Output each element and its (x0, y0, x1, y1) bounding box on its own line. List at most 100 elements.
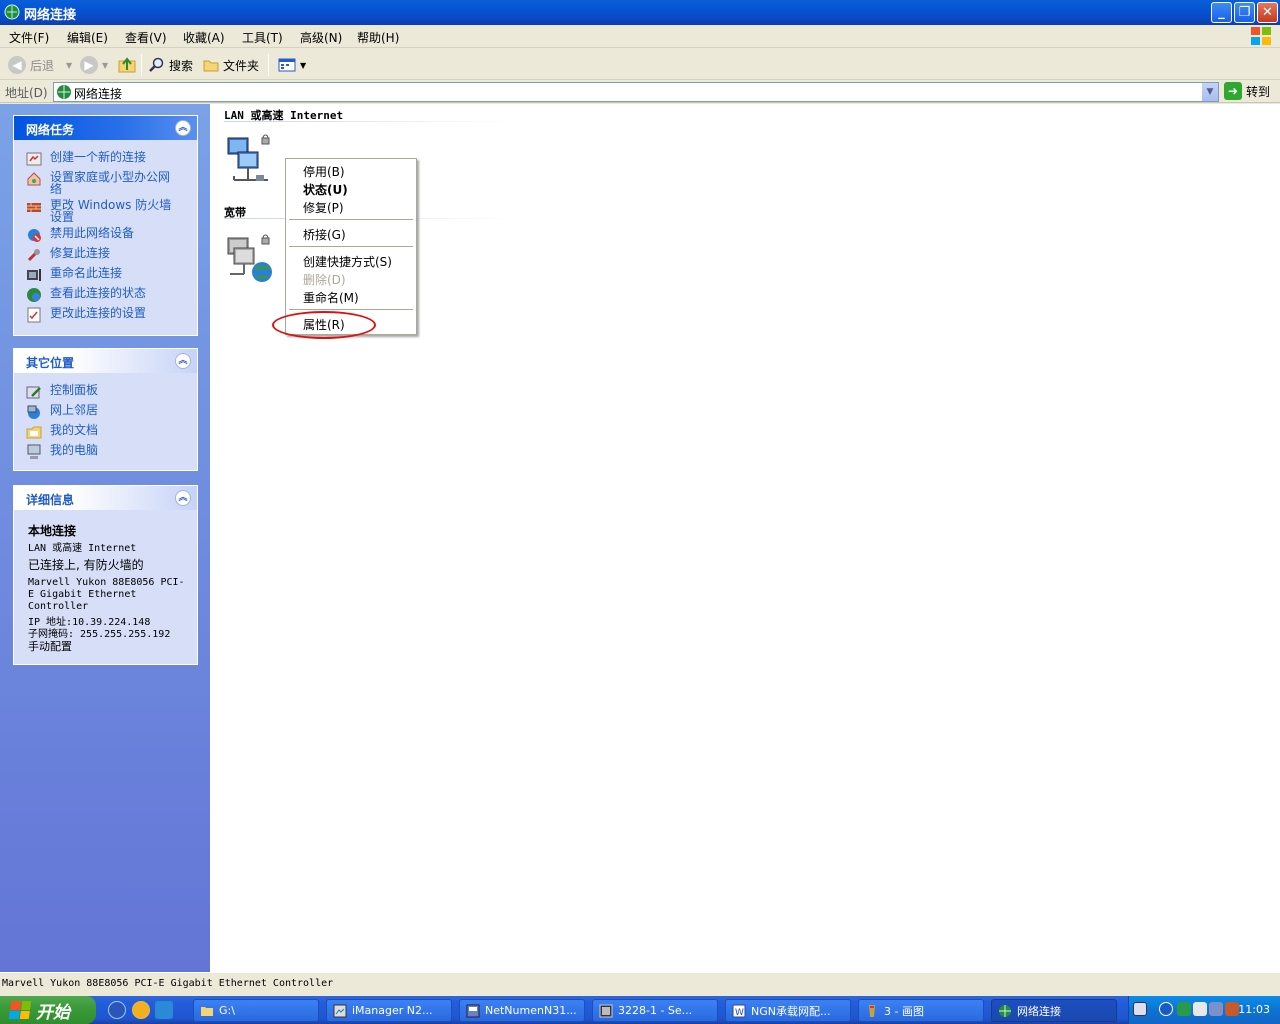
minimize-button[interactable]: _ (1211, 2, 1232, 23)
start-label: 开始 (36, 1002, 70, 1023)
rename-icon (27, 269, 41, 281)
other-places-header[interactable]: 其它位置 ︽ (14, 349, 197, 373)
back-dropdown-icon: ▼ (66, 60, 73, 70)
task-create-connection[interactable]: 创建一个新的连接 (26, 151, 178, 167)
folders-label: 文件夹 (223, 58, 260, 73)
antivirus-icon[interactable] (1177, 1002, 1191, 1016)
place-my-documents[interactable]: 我的文档 (26, 424, 178, 440)
network-tasks-panel: 网络任务 ︽ 创建一个新的连接 设置家庭或小型办公网络 更改 Windows 防… (13, 115, 198, 336)
home-network-icon (27, 172, 41, 186)
tray-app-icon[interactable] (1225, 1002, 1239, 1016)
task-view-status[interactable]: 查看此连接的状态 (26, 287, 178, 303)
details-ip: IP 地址:10.39.224.148 (28, 617, 151, 628)
task-button-g-drive[interactable]: G:\ (193, 999, 319, 1022)
local-connection-icon[interactable] (224, 134, 276, 184)
network-tray-icon[interactable] (1209, 1002, 1223, 1016)
menu-view[interactable]: 查看(V) (125, 29, 167, 46)
start-button[interactable]: 开始 (0, 996, 96, 1024)
ctx-disable[interactable]: 停用(B) (303, 163, 345, 180)
back-button[interactable]: ◀ 后退 ▼ (8, 55, 72, 75)
task-button-ngn-doc[interactable]: W NGN承载网配... (725, 999, 851, 1022)
broadband-connection-icon[interactable] (224, 234, 276, 284)
collapse-chevron-icon[interactable]: ︽ (175, 120, 191, 136)
task-disable-device[interactable]: 禁用此网络设备 (26, 227, 178, 243)
windows-logo-icon (1251, 27, 1271, 45)
settings-icon (27, 307, 41, 323)
close-button[interactable]: ✕ (1257, 2, 1278, 23)
control-panel-icon (26, 386, 41, 399)
address-label: 地址(D) (5, 86, 48, 100)
search-icon (149, 57, 164, 72)
task-button-imanager[interactable]: iManager N2... (326, 999, 452, 1022)
task-pane: 网络任务 ︽ 创建一个新的连接 设置家庭或小型办公网络 更改 Windows 防… (0, 104, 210, 972)
ctx-bridge[interactable]: 桥接(G) (303, 226, 346, 243)
task-firewall-settings[interactable]: 更改 Windows 防火墙设置 (26, 199, 178, 223)
quicklaunch-ie-icon[interactable] (155, 1001, 173, 1019)
highlight-ellipse (272, 311, 376, 339)
menu-advanced[interactable]: 高级(N) (300, 29, 342, 46)
title-bar[interactable]: 网络连接 _ ❐ ✕ (0, 0, 1280, 25)
taskbar: 开始 G:\ iManager N2... NetNumenN31... 322… (0, 996, 1280, 1024)
folder-up-icon (118, 57, 136, 73)
task-repair-connection[interactable]: 修复此连接 (26, 247, 178, 263)
ctx-repair[interactable]: 修复(P) (303, 199, 344, 216)
clock[interactable]: 11:03 (1238, 1003, 1270, 1016)
task-button-netnumen[interactable]: NetNumenN31... (459, 999, 585, 1022)
place-network-places[interactable]: 网上邻居 (26, 404, 178, 420)
other-places-panel: 其它位置 ︽ 控制面板 网上邻居 我的文档 我的电脑 (13, 348, 198, 471)
ctx-rename[interactable]: 重命名(M) (303, 289, 359, 306)
task-button-3228[interactable]: 3228-1 - Se... (592, 999, 718, 1022)
ctx-create-shortcut[interactable]: 创建快捷方式(S) (303, 253, 392, 270)
go-button[interactable]: ➜ 转到 (1224, 82, 1270, 100)
ctx-status[interactable]: 状态(U) (303, 181, 348, 198)
forward-button[interactable]: ▶ ▼ (80, 55, 108, 75)
task-home-network[interactable]: 设置家庭或小型办公网络 (26, 171, 178, 195)
menu-favorites[interactable]: 收藏(A) (183, 29, 225, 46)
window-title: 网络连接 (24, 8, 77, 23)
back-label: 后退 (30, 58, 55, 73)
go-arrow-icon: ➜ (1224, 82, 1242, 100)
task-button-paint[interactable]: 3 - 画图 (858, 999, 984, 1022)
context-menu: 停用(B) 状态(U) 修复(P) 桥接(G) 创建快捷方式(S) 删除(D) … (285, 158, 417, 335)
task-rename-connection[interactable]: 重命名此连接 (26, 267, 178, 283)
menu-separator (289, 246, 413, 247)
windows-flag-icon (8, 1001, 32, 1019)
folders-button[interactable]: 文件夹 (203, 55, 259, 75)
details-connection-type: LAN 或高速 Internet (28, 543, 137, 554)
network-connections-icon (999, 1004, 1011, 1017)
details-connection-name: 本地连接 (28, 524, 77, 538)
menu-edit[interactable]: 编辑(E) (67, 29, 108, 46)
views-button[interactable]: ▼ (278, 55, 306, 75)
details-header[interactable]: 详细信息 ︽ (14, 486, 197, 510)
keyboard-icon[interactable] (1133, 1002, 1147, 1016)
restore-button[interactable]: ❐ (1234, 2, 1255, 23)
new-connection-icon (26, 152, 42, 166)
quicklaunch-media-icon[interactable] (132, 1001, 150, 1019)
quicklaunch-messenger-icon[interactable] (108, 1001, 126, 1019)
network-tasks-title: 网络任务 (26, 123, 75, 137)
place-my-computer[interactable]: 我的电脑 (26, 444, 178, 460)
search-button[interactable]: 搜索 (149, 55, 193, 75)
disable-device-icon (28, 229, 41, 242)
menu-file[interactable]: 文件(F) (9, 29, 49, 46)
repair-icon (27, 249, 40, 262)
task-button-network-connections[interactable]: 网络连接 (991, 999, 1117, 1022)
network-tasks-header[interactable]: 网络任务 ︽ (14, 116, 197, 140)
menu-help[interactable]: 帮助(H) (357, 29, 399, 46)
task-change-settings[interactable]: 更改此连接的设置 (26, 307, 178, 323)
collapse-chevron-icon[interactable]: ︽ (175, 490, 191, 506)
show-hidden-icons-icon[interactable] (1159, 1002, 1173, 1016)
network-places-icon (27, 405, 40, 419)
forward-dropdown-icon: ▼ (102, 60, 109, 70)
audio-icon[interactable] (1193, 1002, 1207, 1016)
place-control-panel[interactable]: 控制面板 (26, 384, 178, 400)
toolbar-separator (268, 54, 269, 76)
word-document-icon: W (732, 1004, 746, 1018)
up-button[interactable] (118, 55, 136, 75)
address-dropdown-icon[interactable]: ▼ (1201, 83, 1218, 101)
address-value: 网络连接 (74, 87, 123, 101)
collapse-chevron-icon[interactable]: ︽ (175, 353, 191, 369)
forward-arrow-icon: ▶ (80, 56, 98, 74)
address-input[interactable]: 网络连接 ▼ (53, 82, 1219, 102)
menu-tools[interactable]: 工具(T) (242, 29, 283, 46)
